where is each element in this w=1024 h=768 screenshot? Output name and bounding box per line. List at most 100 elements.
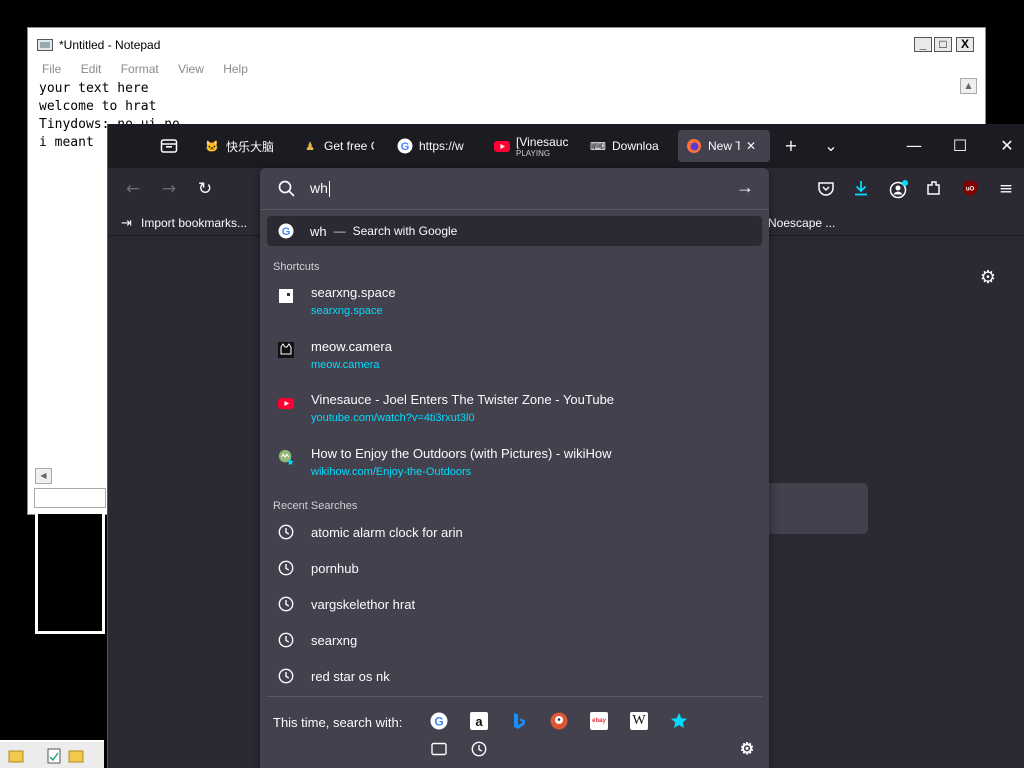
recent-search-item[interactable]: searxng — [260, 631, 769, 663]
tab-https[interactable]: G https://w — [397, 130, 469, 162]
text-line: i meant — [39, 135, 94, 150]
folder-icon[interactable] — [8, 748, 24, 764]
urlbar-dropdown: wh → G wh — Search with Google Shortcuts… — [260, 168, 769, 768]
search-settings-gear-icon[interactable]: ⚙ — [738, 740, 756, 758]
shortcut-item[interactable]: Vinesauce - Joel Enters The Twister Zone… — [260, 392, 769, 442]
go-arrow-icon[interactable]: → — [736, 177, 754, 198]
recent-search-item[interactable]: pornhub — [260, 559, 769, 591]
tabs-icon[interactable] — [430, 740, 448, 758]
shortcut-item[interactable]: How to Enjoy the Outdoors (with Pictures… — [260, 446, 769, 496]
text-line: your text here — [39, 81, 149, 96]
tab-bar: 🐱 快乐大脑 ♟ Get free C G https://w [Vinesau… — [108, 124, 1024, 168]
tab-new-tab[interactable]: New Ta ✕ — [678, 130, 770, 162]
tab-label: 快乐大脑 — [226, 139, 275, 154]
wikipedia-glyph: W — [632, 713, 646, 728]
menu-file[interactable]: File — [42, 60, 61, 78]
shortcut-item[interactable]: meow.camera meow.camera — [260, 339, 769, 389]
tab-download[interactable]: ⌨ Downloa — [590, 130, 664, 162]
recent-search-item[interactable]: red star os nk — [260, 667, 769, 699]
recent-search-item[interactable]: atomic alarm clock for arin — [260, 523, 769, 555]
cat-camera-icon — [278, 342, 294, 358]
youtube-icon — [278, 395, 294, 411]
search-with-google-row[interactable]: G wh — Search with Google — [267, 216, 762, 246]
notepad-maximize-button[interactable]: □ — [934, 37, 952, 52]
google-icon[interactable]: G — [430, 712, 448, 730]
menu-view[interactable]: View — [178, 60, 204, 78]
svg-text:G: G — [282, 226, 291, 238]
recent-search-text: red star os nk — [311, 669, 390, 684]
search-icon — [278, 180, 295, 197]
history-clock-icon — [278, 668, 294, 684]
reload-icon[interactable]: ↻ — [193, 177, 217, 201]
shortcut-title: How to Enjoy the Outdoors (with Pictures… — [311, 446, 612, 461]
shortcut-item[interactable]: searxng.space searxng.space — [260, 285, 769, 335]
text-caret — [328, 181, 330, 198]
history-clock-icon — [278, 524, 294, 540]
shortcut-url: meow.camera — [311, 359, 380, 371]
wikipedia-icon[interactable]: W — [630, 712, 648, 730]
firefox-view-icon[interactable] — [160, 138, 178, 154]
searxng-icon — [278, 288, 294, 304]
extensions-icon[interactable] — [925, 179, 943, 197]
urlbar[interactable]: wh → — [260, 168, 769, 210]
list-all-tabs-button[interactable]: ⌄ — [819, 134, 843, 158]
pocket-icon[interactable] — [817, 180, 835, 198]
close-window-button[interactable]: ✕ — [995, 134, 1019, 158]
scroll-up-arrow-icon[interactable]: ▲ — [960, 78, 977, 94]
duckduckgo-icon[interactable] — [550, 712, 568, 730]
back-arrow-icon[interactable]: ← — [121, 177, 145, 201]
forward-arrow-icon[interactable]: → — [157, 177, 181, 201]
svg-text:G: G — [401, 141, 410, 153]
import-icon: ⇥ — [121, 215, 132, 230]
maximize-button[interactable]: ☐ — [948, 134, 972, 158]
menu-help[interactable]: Help — [223, 60, 248, 78]
menu-edit[interactable]: Edit — [81, 60, 102, 78]
ublock-origin-icon[interactable]: uO — [961, 179, 979, 197]
bing-icon[interactable] — [510, 712, 528, 730]
notepad-task-icon[interactable] — [46, 748, 62, 764]
new-tab-button[interactable]: + — [779, 134, 803, 158]
notepad-close-button[interactable]: X — [956, 37, 974, 52]
bookmarks-star-icon[interactable] — [670, 712, 688, 730]
bookmark-noescape[interactable]: Noescape ... — [768, 216, 835, 230]
wikihow-icon — [278, 449, 294, 465]
search-with-label: Search with Google — [352, 224, 458, 238]
menu-hamburger-icon[interactable]: ≡ — [994, 177, 1018, 201]
separator-dash: — — [333, 224, 346, 238]
google-icon: G — [397, 138, 413, 154]
notepad-titlebar[interactable]: *Untitled - Notepad _ □ X — [28, 28, 985, 60]
ebay-icon[interactable]: ebay — [590, 712, 608, 730]
recent-search-text: atomic alarm clock for arin — [311, 525, 463, 540]
minimize-button[interactable]: — — [902, 134, 926, 158]
folder-icon[interactable] — [68, 748, 84, 764]
amazon-icon[interactable]: a — [470, 712, 488, 730]
svg-text:G: G — [434, 715, 443, 729]
tab-get-free[interactable]: ♟ Get free C — [302, 130, 374, 162]
menu-format[interactable]: Format — [121, 60, 159, 78]
newtab-settings-gear-icon[interactable]: ⚙ — [978, 268, 998, 288]
recent-search-item[interactable]: vargskelethor hrat — [260, 595, 769, 627]
tab-label: Downloa — [612, 139, 659, 153]
newtab-search-box[interactable] — [768, 483, 868, 534]
close-tab-icon[interactable]: ✕ — [746, 139, 756, 153]
shortcut-url: searxng.space — [311, 305, 383, 317]
import-bookmarks-link[interactable]: Import bookmarks... — [141, 216, 247, 230]
notepad-icon — [37, 39, 53, 51]
notepad-minimize-button[interactable]: _ — [914, 37, 932, 52]
svg-text:uO: uO — [966, 187, 975, 193]
taskbar — [0, 740, 104, 768]
history-clock-icon[interactable] — [470, 740, 488, 758]
one-off-divider — [267, 696, 762, 697]
tab-vinesauce[interactable]: [Vinesauc PLAYING — [494, 130, 568, 162]
urlbar-input[interactable]: wh — [310, 180, 330, 198]
ebay-glyph: ebay — [592, 718, 606, 724]
youtube-icon — [494, 141, 510, 152]
downloads-icon[interactable] — [852, 179, 870, 197]
account-icon[interactable] — [889, 179, 909, 199]
firefox-icon — [687, 139, 701, 153]
tab-kuaile[interactable]: 🐱 快乐大脑 — [204, 130, 282, 162]
history-clock-icon — [278, 632, 294, 648]
shortcut-title: searxng.space — [311, 285, 396, 300]
scroll-left-arrow-icon[interactable]: ◀ — [35, 468, 52, 484]
shortcut-url: wikihow.com/Enjoy-the-Outdoors — [311, 466, 472, 478]
